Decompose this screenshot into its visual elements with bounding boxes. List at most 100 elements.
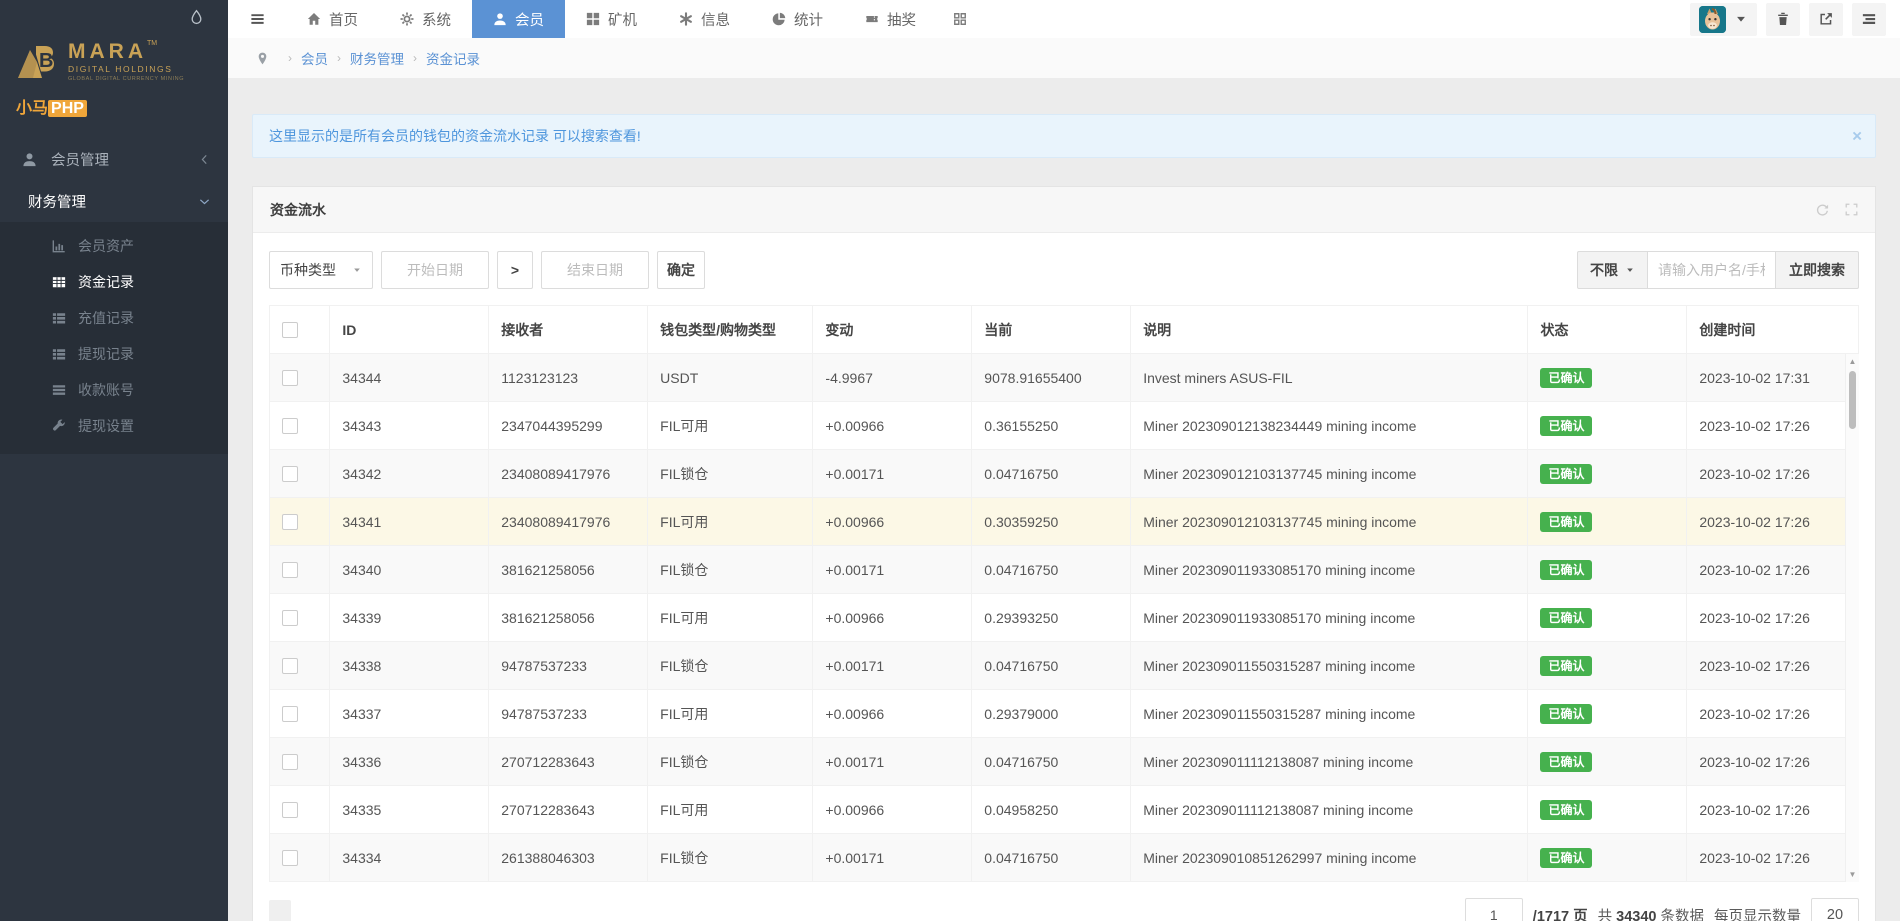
- cell-id: 34343: [330, 402, 489, 450]
- navbar-item[interactable]: 会员: [472, 0, 565, 38]
- sidebar-submenu-item[interactable]: 提现记录: [0, 336, 228, 372]
- expand-icon[interactable]: [1845, 203, 1858, 216]
- row-checkbox[interactable]: [282, 850, 298, 866]
- row-checkbox-cell: [270, 786, 330, 834]
- navbar-item-icon: [400, 12, 414, 26]
- cell-change: +0.00171: [813, 450, 972, 498]
- navbar-item[interactable]: 信息: [658, 0, 751, 38]
- navbar-item[interactable]: 抽奖: [844, 0, 937, 38]
- cell-id: 34342: [330, 450, 489, 498]
- page-button[interactable]: [549, 900, 571, 921]
- row-checkbox-cell: [270, 738, 330, 786]
- navbar-item-icon: [953, 12, 967, 26]
- cell-created-at: 2023-10-02 17:26: [1687, 450, 1859, 498]
- cell-status: 已确认: [1528, 690, 1687, 738]
- per-page-select[interactable]: 20: [1811, 898, 1859, 921]
- scrollbar-thumb[interactable]: [1849, 371, 1856, 429]
- sidebar-group-finance-management[interactable]: 财务管理: [0, 180, 228, 222]
- cell-id: 34341: [330, 498, 489, 546]
- sidebar-submenu-item[interactable]: 充值记录: [0, 300, 228, 336]
- sidebar-submenu-item[interactable]: 会员资产: [0, 228, 228, 264]
- navbar-item-label: 首页: [329, 9, 358, 30]
- cell-id: 34337: [330, 690, 489, 738]
- row-checkbox[interactable]: [282, 418, 298, 434]
- page-button[interactable]: [374, 900, 396, 921]
- navbar-item[interactable]: 统计: [751, 0, 844, 38]
- sidebar-submenu-item[interactable]: 资金记录: [0, 264, 228, 300]
- cell-created-at: 2023-10-02 17:26: [1687, 786, 1859, 834]
- menu-toggle-button[interactable]: [228, 0, 286, 38]
- currency-type-select[interactable]: 币种类型: [269, 251, 373, 289]
- pagination: /1717 页 共 34340 条数据 每页显示数量 20: [269, 898, 1859, 921]
- navbar-icon-button[interactable]: [1766, 3, 1800, 36]
- breadcrumb-link-member[interactable]: 会员: [301, 48, 328, 68]
- page-button[interactable]: [514, 900, 536, 921]
- row-checkbox[interactable]: [282, 466, 298, 482]
- row-checkbox[interactable]: [282, 754, 298, 770]
- navbar-item-icon: [493, 12, 507, 26]
- pony-prefix: 小马: [16, 100, 48, 117]
- date-range-separator-button[interactable]: >: [497, 251, 533, 289]
- page-button[interactable]: [584, 900, 606, 921]
- row-checkbox[interactable]: [282, 370, 298, 386]
- navbar-item-icon: [307, 12, 321, 26]
- row-checkbox[interactable]: [282, 610, 298, 626]
- page-button[interactable]: [619, 900, 641, 921]
- page-button[interactable]: [304, 900, 326, 921]
- row-checkbox[interactable]: [282, 802, 298, 818]
- search-button[interactable]: 立即搜索: [1776, 251, 1859, 289]
- navbar-icon-button[interactable]: [1852, 3, 1886, 36]
- row-checkbox[interactable]: [282, 562, 298, 578]
- alert-close-icon[interactable]: ×: [1852, 128, 1862, 145]
- page-button[interactable]: [339, 900, 361, 921]
- navbar-item-icon: [679, 12, 693, 26]
- cell-receiver: 381621258056: [489, 594, 648, 642]
- refresh-icon[interactable]: [1816, 203, 1829, 216]
- avatar: [1699, 6, 1726, 33]
- sidebar-submenu-item[interactable]: 提现设置: [0, 408, 228, 444]
- navbar-icon-button[interactable]: [1809, 3, 1843, 36]
- page-button[interactable]: [444, 900, 466, 921]
- confirm-button[interactable]: 确定: [657, 251, 705, 289]
- row-checkbox[interactable]: [282, 514, 298, 530]
- search-input[interactable]: [1648, 251, 1776, 289]
- scroll-down-icon[interactable]: ▼: [1846, 870, 1859, 879]
- table-scrollbar[interactable]: ▲ ▼: [1845, 354, 1859, 882]
- sidebar-group-member-management[interactable]: 会员管理: [0, 138, 228, 180]
- select-all-checkbox[interactable]: [282, 322, 298, 338]
- navbar-item[interactable]: 首页: [286, 0, 379, 38]
- submenu-item-icon: [52, 419, 66, 433]
- row-checkbox[interactable]: [282, 658, 298, 674]
- breadcrumb-separator: ›: [413, 51, 417, 65]
- navbar-item[interactable]: 矿机: [565, 0, 658, 38]
- breadcrumb-link-finance[interactable]: 财务管理: [350, 48, 404, 68]
- fund-flow-table: ID 接收者 钱包类型/购物类型 变动 当前 说明 状态 创建时间 34344 …: [269, 305, 1859, 882]
- table-row: 34336 270712283643 FIL锁仓 +0.00171 0.0471…: [270, 738, 1859, 786]
- currency-type-value: 币种类型: [280, 260, 336, 280]
- cell-current: 0.29393250: [972, 594, 1131, 642]
- page-number-input[interactable]: [1465, 898, 1523, 921]
- scope-select[interactable]: 不限: [1577, 251, 1648, 289]
- cell-description: Miner 202309011933085170 mining income: [1131, 546, 1528, 594]
- page-button[interactable]: [409, 900, 431, 921]
- start-date-input[interactable]: [381, 251, 489, 289]
- breadcrumb-link-fund-records[interactable]: 资金记录: [426, 48, 480, 68]
- page-button[interactable]: [269, 900, 291, 921]
- cell-status: 已确认: [1528, 834, 1687, 882]
- navbar-item[interactable]: [937, 0, 983, 38]
- cell-wallet-type: FIL锁仓: [648, 642, 813, 690]
- navbar-button-icon: [1819, 12, 1833, 26]
- end-date-input[interactable]: [541, 251, 649, 289]
- mara-title: MARA: [68, 40, 147, 63]
- navbar-item[interactable]: 系统: [379, 0, 472, 38]
- row-checkbox[interactable]: [282, 706, 298, 722]
- cell-description: Miner 202309011933085170 mining income: [1131, 594, 1528, 642]
- scroll-up-icon[interactable]: ▲: [1846, 357, 1859, 366]
- pony-php-logo: 小马PHP: [16, 94, 214, 118]
- cell-description: Invest miners ASUS-FIL: [1131, 354, 1528, 402]
- cell-status: 已确认: [1528, 786, 1687, 834]
- sidebar-submenu-item[interactable]: 收款账号: [0, 372, 228, 408]
- page-button[interactable]: [479, 900, 501, 921]
- user-avatar-menu[interactable]: [1690, 3, 1757, 36]
- column-header-change: 变动: [813, 306, 972, 354]
